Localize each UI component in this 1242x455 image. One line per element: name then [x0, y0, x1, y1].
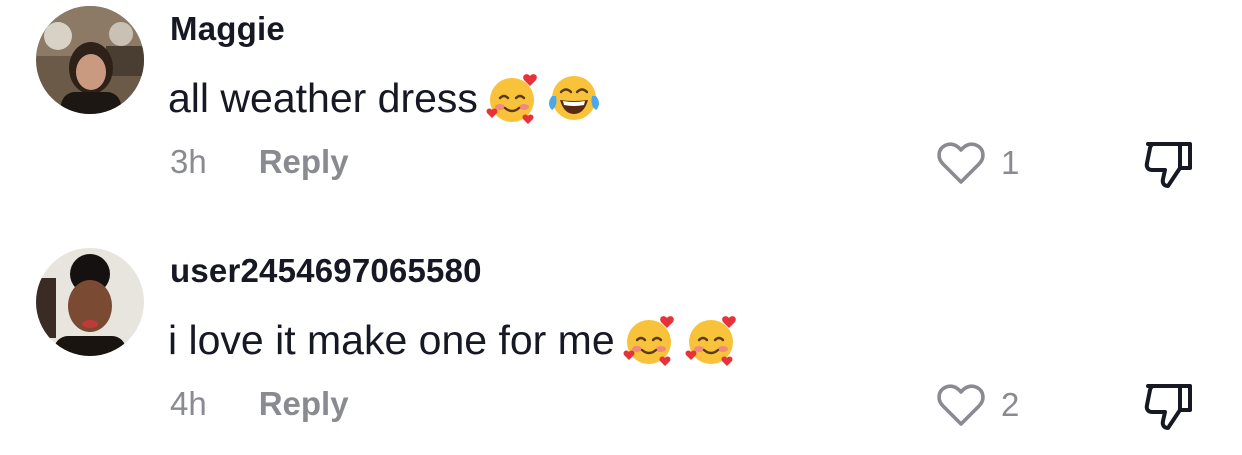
avatar[interactable] [36, 6, 144, 114]
thumbs-down-icon [1140, 380, 1196, 432]
comment-timestamp: 3h [170, 143, 207, 180]
face-with-tears-of-joy-icon [546, 70, 602, 126]
comment-username[interactable]: user2454697065580 [170, 252, 482, 290]
dislike-button[interactable] [1140, 138, 1196, 190]
comment-item: Maggie all weather dress 3h Reply 1 [0, 0, 1242, 213]
comment-meta: 3h Reply [170, 143, 349, 181]
avatar[interactable] [36, 248, 144, 356]
reply-button[interactable]: Reply [259, 143, 349, 181]
heart-icon [935, 140, 987, 186]
like-count: 1 [1001, 144, 1020, 181]
comment-text: i love it make one for me [168, 312, 739, 368]
comment-username[interactable]: Maggie [170, 10, 285, 48]
thumbs-down-icon [1140, 138, 1196, 190]
comment-timestamp: 4h [170, 385, 207, 422]
reply-button[interactable]: Reply [259, 385, 349, 423]
smiling-face-with-hearts-icon [683, 312, 739, 368]
dislike-button[interactable] [1140, 380, 1196, 432]
like-count: 2 [1001, 386, 1020, 423]
comment-body: all weather dress [168, 74, 478, 121]
comment-text: all weather dress [168, 70, 602, 126]
heart-icon [935, 382, 987, 428]
comment-item: user2454697065580 i love it make one for… [0, 242, 1242, 455]
like-button[interactable]: 1 [935, 140, 1019, 186]
like-button[interactable]: 2 [935, 382, 1019, 428]
comment-meta: 4h Reply [170, 385, 349, 423]
smiling-face-with-hearts-icon [621, 312, 677, 368]
smiling-face-with-hearts-icon [484, 70, 540, 126]
comment-body: i love it make one for me [168, 316, 615, 363]
